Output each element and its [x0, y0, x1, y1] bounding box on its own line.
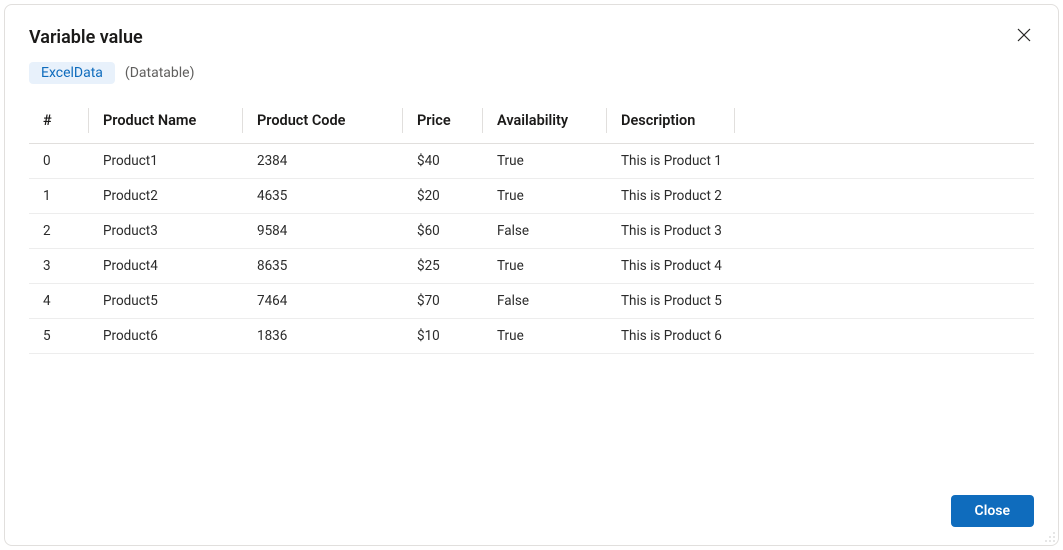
- cell-availability: True: [483, 249, 607, 284]
- cell-description: This is Product 2: [607, 179, 735, 214]
- cell-product-code: 7464: [243, 284, 403, 319]
- close-icon[interactable]: [1014, 25, 1034, 45]
- cell-index: 3: [29, 249, 89, 284]
- dialog-header: Variable value: [29, 27, 1034, 48]
- cell-product-name: Product1: [89, 144, 243, 179]
- cell-blank: [735, 284, 1034, 319]
- cell-price: $60: [403, 214, 483, 249]
- variable-value-dialog: Variable value ExcelData (Datatable) # P…: [4, 4, 1059, 546]
- header-product-name[interactable]: Product Name: [89, 98, 243, 144]
- cell-blank: [735, 144, 1034, 179]
- cell-blank: [735, 249, 1034, 284]
- cell-product-name: Product4: [89, 249, 243, 284]
- table-row[interactable]: 5Product61836$10TrueThis is Product 6: [29, 319, 1034, 354]
- cell-blank: [735, 214, 1034, 249]
- cell-availability: False: [483, 214, 607, 249]
- cell-index: 0: [29, 144, 89, 179]
- cell-price: $20: [403, 179, 483, 214]
- cell-product-code: 8635: [243, 249, 403, 284]
- header-blank: [735, 98, 1034, 144]
- cell-product-name: Product6: [89, 319, 243, 354]
- cell-price: $25: [403, 249, 483, 284]
- cell-availability: True: [483, 319, 607, 354]
- cell-product-name: Product2: [89, 179, 243, 214]
- table-header-row: # Product Name Product Code Price Availa…: [29, 98, 1034, 144]
- cell-description: This is Product 6: [607, 319, 735, 354]
- table-row[interactable]: 2Product39584$60FalseThis is Product 3: [29, 214, 1034, 249]
- cell-price: $40: [403, 144, 483, 179]
- cell-availability: True: [483, 144, 607, 179]
- data-table: # Product Name Product Code Price Availa…: [29, 98, 1034, 354]
- cell-availability: True: [483, 179, 607, 214]
- resize-handle-icon[interactable]: [1044, 531, 1056, 543]
- cell-description: This is Product 4: [607, 249, 735, 284]
- dialog-footer: Close: [29, 483, 1034, 527]
- cell-index: 5: [29, 319, 89, 354]
- cell-product-code: 9584: [243, 214, 403, 249]
- cell-blank: [735, 319, 1034, 354]
- cell-price: $10: [403, 319, 483, 354]
- header-price[interactable]: Price: [403, 98, 483, 144]
- cell-product-code: 1836: [243, 319, 403, 354]
- cell-description: This is Product 1: [607, 144, 735, 179]
- cell-description: This is Product 5: [607, 284, 735, 319]
- cell-blank: [735, 179, 1034, 214]
- variable-type-label: (Datatable): [125, 65, 195, 81]
- close-button[interactable]: Close: [951, 495, 1034, 527]
- variable-info-row: ExcelData (Datatable): [29, 62, 1034, 84]
- cell-index: 4: [29, 284, 89, 319]
- header-availability[interactable]: Availability: [483, 98, 607, 144]
- table-row[interactable]: 1Product24635$20TrueThis is Product 2: [29, 179, 1034, 214]
- dialog-title: Variable value: [29, 27, 143, 48]
- variable-name-chip[interactable]: ExcelData: [29, 62, 115, 84]
- cell-availability: False: [483, 284, 607, 319]
- cell-index: 1: [29, 179, 89, 214]
- header-product-code[interactable]: Product Code: [243, 98, 403, 144]
- table-container: # Product Name Product Code Price Availa…: [29, 98, 1034, 483]
- cell-price: $70: [403, 284, 483, 319]
- cell-product-code: 4635: [243, 179, 403, 214]
- cell-index: 2: [29, 214, 89, 249]
- table-row[interactable]: 4Product57464$70FalseThis is Product 5: [29, 284, 1034, 319]
- cell-product-code: 2384: [243, 144, 403, 179]
- cell-product-name: Product5: [89, 284, 243, 319]
- header-description[interactable]: Description: [607, 98, 735, 144]
- cell-description: This is Product 3: [607, 214, 735, 249]
- table-row[interactable]: 0Product12384$40TrueThis is Product 1: [29, 144, 1034, 179]
- table-row[interactable]: 3Product48635$25TrueThis is Product 4: [29, 249, 1034, 284]
- cell-product-name: Product3: [89, 214, 243, 249]
- header-index[interactable]: #: [29, 98, 89, 144]
